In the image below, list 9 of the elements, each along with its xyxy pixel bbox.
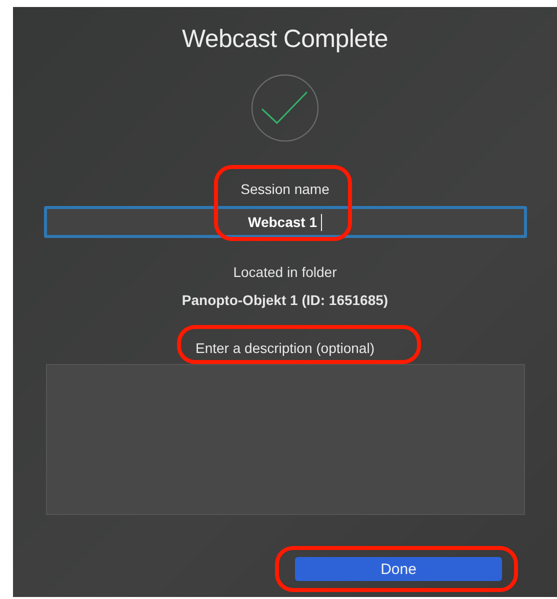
checkmark-icon bbox=[250, 73, 320, 143]
session-name-label: Session name bbox=[240, 181, 330, 197]
description-field[interactable] bbox=[46, 364, 524, 515]
folder-name: Panopto-Objekt 1 (ID: 1651685) bbox=[182, 292, 388, 308]
description-label: Enter a description (optional) bbox=[196, 340, 374, 356]
dialog-title: Webcast Complete bbox=[182, 25, 388, 54]
folder-label: Located in folder bbox=[233, 264, 337, 280]
done-button[interactable]: Done bbox=[295, 557, 502, 581]
session-name-field[interactable]: Webcast 1 bbox=[44, 206, 526, 238]
